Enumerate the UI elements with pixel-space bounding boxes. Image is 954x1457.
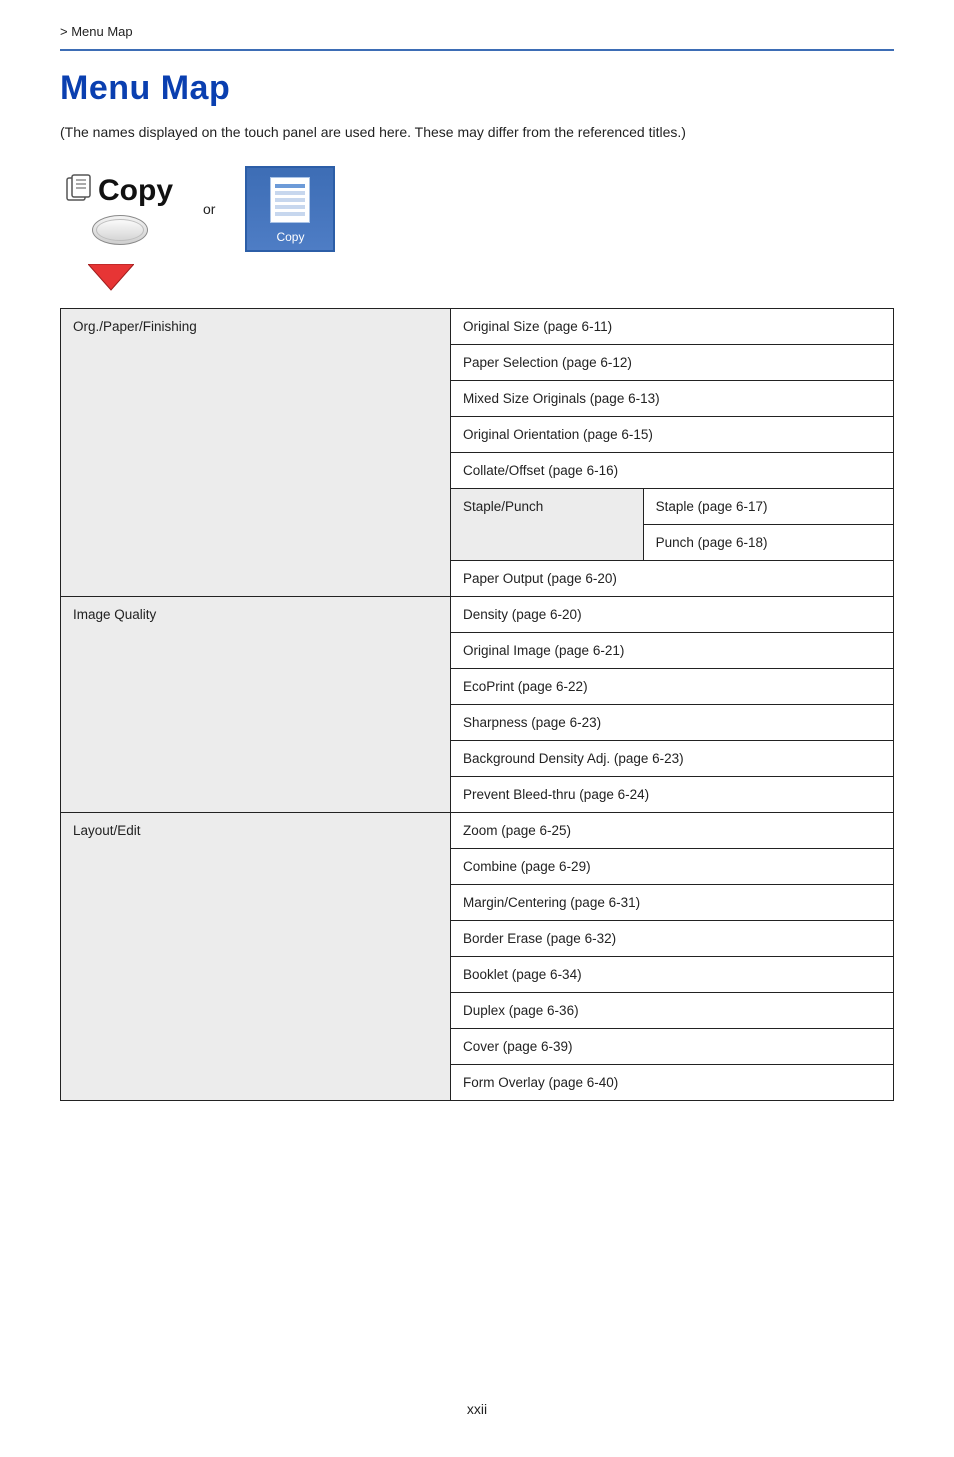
menu-map-table: Org./Paper/Finishing Original Size (page…	[60, 308, 894, 1101]
item-cell: Staple (page 6-17)	[643, 489, 893, 525]
intro-text: (The names displayed on the touch panel …	[60, 124, 894, 140]
item-cell: Collate/Offset (page 6-16)	[451, 453, 894, 489]
page-number: xxii	[60, 1401, 894, 1417]
down-arrow-icon	[88, 264, 894, 292]
item-cell: Original Image (page 6-21)	[451, 633, 894, 669]
copy-hardkey-label: Copy	[66, 174, 173, 209]
item-cell: Paper Output (page 6-20)	[451, 561, 894, 597]
category-cell: Image Quality	[61, 597, 451, 813]
or-label: or	[203, 201, 215, 217]
category-cell: Layout/Edit	[61, 813, 451, 1101]
copy-touch-tile[interactable]: Copy	[245, 166, 335, 252]
item-cell: Cover (page 6-39)	[451, 1029, 894, 1065]
copy-tile-label: Copy	[276, 230, 304, 244]
table-row: Image Quality Density (page 6-20)	[61, 597, 894, 633]
item-cell: EcoPrint (page 6-22)	[451, 669, 894, 705]
item-cell: Margin/Centering (page 6-31)	[451, 885, 894, 921]
copy-hardkey-button[interactable]	[92, 215, 148, 245]
item-cell: Booklet (page 6-34)	[451, 957, 894, 993]
header-rule	[60, 49, 894, 51]
copy-doc-icon	[66, 174, 92, 209]
category-cell: Org./Paper/Finishing	[61, 309, 451, 597]
table-row: Org./Paper/Finishing Original Size (page…	[61, 309, 894, 345]
item-cell: Duplex (page 6-36)	[451, 993, 894, 1029]
item-cell: Form Overlay (page 6-40)	[451, 1065, 894, 1101]
item-cell: Sharpness (page 6-23)	[451, 705, 894, 741]
item-cell: Original Orientation (page 6-15)	[451, 417, 894, 453]
item-cell: Zoom (page 6-25)	[451, 813, 894, 849]
copy-hardkey-block: Copy	[66, 174, 173, 245]
item-cell: Border Erase (page 6-32)	[451, 921, 894, 957]
item-cell: Paper Selection (page 6-12)	[451, 345, 894, 381]
function-selector-row: Copy or Copy	[60, 166, 894, 252]
item-cell: Original Size (page 6-11)	[451, 309, 894, 345]
copy-tile-doc-icon	[270, 177, 310, 223]
table-row: Layout/Edit Zoom (page 6-25)	[61, 813, 894, 849]
copy-hardkey-text: Copy	[98, 174, 173, 208]
page-title: Menu Map	[60, 69, 894, 108]
item-cell: Punch (page 6-18)	[643, 525, 893, 561]
item-cell: Mixed Size Originals (page 6-13)	[451, 381, 894, 417]
breadcrumb: > Menu Map	[60, 24, 894, 49]
item-cell: Prevent Bleed-thru (page 6-24)	[451, 777, 894, 813]
item-cell: Combine (page 6-29)	[451, 849, 894, 885]
item-cell: Background Density Adj. (page 6-23)	[451, 741, 894, 777]
subcategory-cell: Staple/Punch	[451, 489, 644, 561]
item-cell: Density (page 6-20)	[451, 597, 894, 633]
